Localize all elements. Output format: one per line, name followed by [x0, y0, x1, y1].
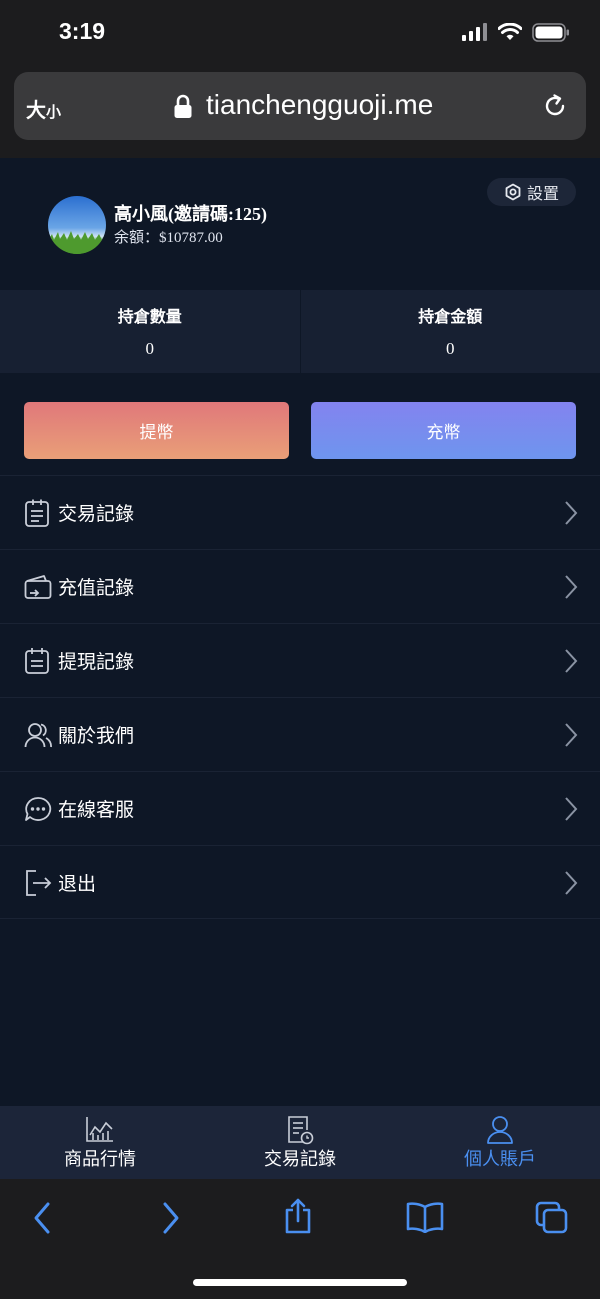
status-icons [462, 22, 570, 42]
address-bar[interactable]: 大小 tianchengguoji.me [14, 72, 586, 140]
text-size-small-label: 小 [46, 103, 62, 121]
browser-top-bar: 3:19 大小 tianchengguoji.me [0, 0, 600, 158]
positions-summary: 持倉數量 0 持倉金額 0 [0, 290, 600, 373]
browser-bottom-toolbar [0, 1179, 600, 1299]
menu-item-label: 退出 [58, 872, 97, 895]
chat-bubble-icon [25, 797, 52, 821]
tab-personal-account[interactable]: 個人賬戶 [400, 1106, 600, 1179]
menu-item-online-support[interactable]: 在線客服 [0, 771, 600, 845]
battery-icon [532, 22, 569, 42]
menu-item-withdraw-records[interactable]: 提現記錄 [0, 623, 600, 697]
chevron-right-icon [565, 575, 578, 599]
tab-personal-account-label: 個人賬戶 [464, 1149, 536, 1170]
position-amount-value: 0 [446, 339, 455, 358]
chevron-right-icon [565, 797, 578, 821]
settings-label: 設置 [526, 184, 559, 203]
deposit-button[interactable]: 充幣 [311, 402, 576, 459]
wallet-icon [24, 575, 52, 599]
avatar[interactable] [48, 196, 106, 254]
market-chart-icon [86, 1117, 113, 1142]
position-quantity-label: 持倉數量 [117, 307, 182, 326]
position-quantity: 持倉數量 0 [0, 290, 300, 373]
menu-item-logout[interactable]: 退出 [0, 845, 600, 919]
menu-item-label: 交易記錄 [58, 503, 135, 525]
menu-item-label: 提現記錄 [58, 651, 135, 673]
chevron-right-icon [565, 649, 578, 673]
home-indicator [193, 1279, 407, 1286]
users-icon [24, 723, 52, 748]
tab-trade-records-label: 交易記錄 [264, 1149, 336, 1170]
bottom-tab-bar: 商品行情 交易記錄 個人賬戶 [0, 1106, 600, 1179]
tab-market[interactable]: 商品行情 [0, 1106, 200, 1179]
tabs-icon[interactable] [535, 1201, 569, 1235]
menu-item-trade-records[interactable]: 交易記錄 [0, 475, 600, 549]
tab-trade-records[interactable]: 交易記錄 [200, 1106, 400, 1179]
chevron-right-icon [565, 501, 578, 525]
text-size-button[interactable]: 大小 [26, 94, 61, 123]
status-time: 3:19 [59, 18, 106, 44]
account-menu: 交易記錄 充值記錄 提現記錄 關於我們 在線客服 退出 [0, 475, 600, 919]
share-icon[interactable] [284, 1197, 312, 1235]
menu-item-about-us[interactable]: 關於我們 [0, 697, 600, 771]
profile-header: 高小風(邀請碼:125) 余額：$10787.00 設置 [0, 158, 600, 290]
document-clock-icon [288, 1116, 314, 1145]
cellular-signal-icon [462, 23, 487, 41]
logout-icon [26, 870, 52, 896]
tab-market-label: 商品行情 [64, 1149, 136, 1170]
reload-icon[interactable] [542, 93, 568, 119]
position-quantity-value: 0 [145, 339, 155, 358]
chevron-right-icon [565, 723, 578, 747]
withdraw-button[interactable]: 提幣 [24, 402, 289, 459]
wifi-icon [498, 23, 522, 40]
menu-item-deposit-records[interactable]: 充值記錄 [0, 549, 600, 623]
gear-icon [505, 183, 521, 201]
lock-icon [174, 94, 192, 118]
user-name: 高小風(邀請碼:125) [114, 204, 267, 224]
menu-item-label: 充值記錄 [58, 577, 135, 599]
position-amount: 持倉金額 0 [299, 290, 600, 373]
status-bar: 3:19 [0, 0, 600, 64]
clipboard-list-icon [25, 499, 49, 527]
forward-icon[interactable] [161, 1201, 181, 1235]
url-text[interactable]: tianchengguoji.me [206, 89, 433, 121]
grass-icon [48, 231, 106, 254]
back-icon[interactable] [32, 1201, 52, 1235]
bookmarks-icon[interactable] [406, 1201, 444, 1233]
menu-item-label: 在線客服 [58, 799, 135, 821]
calendar-list-icon [25, 648, 49, 674]
user-balance: 余額：$10787.00 [114, 230, 223, 246]
position-amount-label: 持倉金額 [418, 307, 483, 326]
text-size-big-label: 大 [26, 98, 46, 122]
chevron-right-icon [565, 871, 578, 895]
menu-item-label: 關於我們 [58, 725, 135, 747]
person-icon [487, 1116, 513, 1144]
settings-button[interactable]: 設置 [487, 178, 576, 206]
